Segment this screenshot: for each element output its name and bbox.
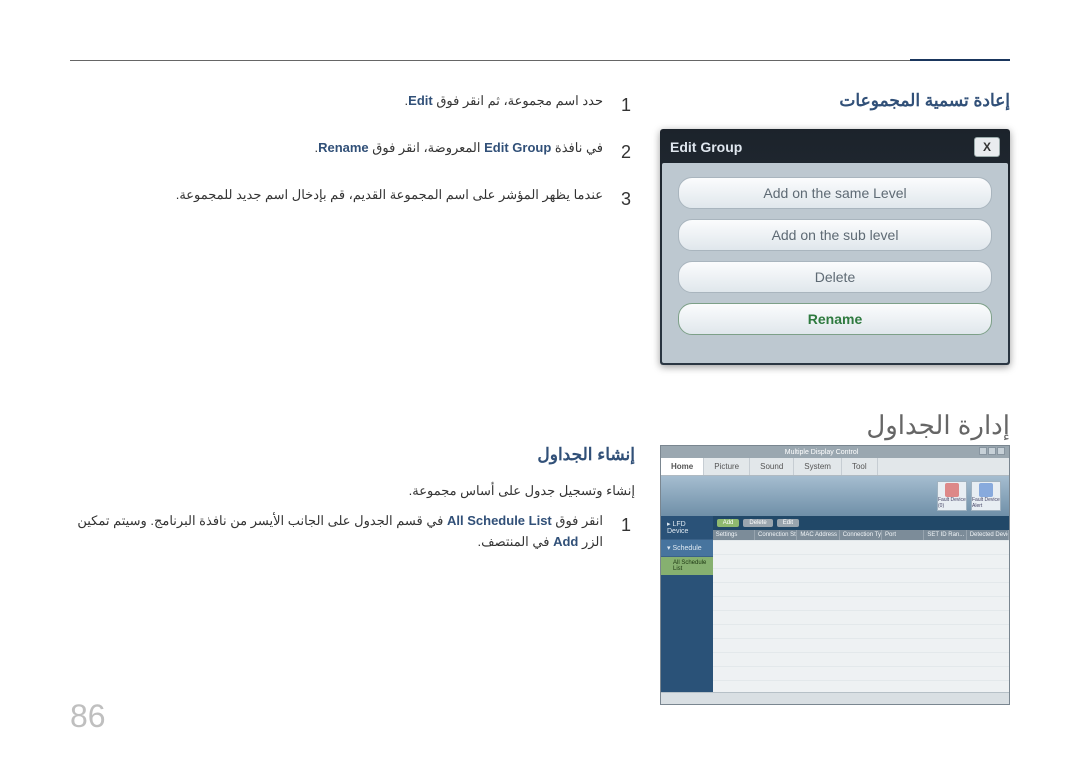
tab-picture[interactable]: Picture (704, 458, 750, 475)
tab-sound[interactable]: Sound (750, 458, 794, 475)
mdc-column-headers: Settings Connection Status MAC Address C… (713, 530, 1009, 540)
step-num: 1 (621, 511, 635, 553)
dialog-body: Add on the same Level Add on the sub lev… (662, 163, 1008, 363)
tab-home[interactable]: Home (661, 458, 704, 475)
step-1: 1 حدد اسم مجموعة، ثم انقر فوق Edit. (70, 91, 635, 120)
section2-main-title: إدارة الجداول (70, 410, 1010, 441)
page-number: 86 (70, 698, 106, 735)
tab-tool[interactable]: Tool (842, 458, 878, 475)
hl-add: Add (553, 534, 578, 549)
section2-steps: 1 انقر فوق All Schedule List في قسم الجد… (70, 511, 635, 553)
mdc-title: Multiple Display Control (665, 449, 978, 456)
step-2: 2 في نافذة Edit Group المعروضة، انقر فوق… (70, 138, 635, 167)
mdc-content: Add Delete Edit Settings Connection Stat… (713, 516, 1009, 702)
col-setid: SET ID Ran... (924, 530, 966, 540)
dialog-titlebar: Edit Group X (662, 131, 1008, 163)
col-port: Port (882, 530, 924, 540)
mdc-app-screenshot: Multiple Display Control Home Picture So… (660, 445, 1010, 705)
section2-desc: إنشاء وتسجيل جدول على أساس مجموعة. (70, 483, 635, 499)
edit-group-dialog: Edit Group X Add on the same Level Add o… (660, 129, 1010, 365)
delete-button[interactable]: Delete (743, 519, 772, 527)
step-text: عندما يظهر المؤشر على اسم المجموعة القدي… (176, 185, 603, 214)
hl-all-schedule-list: All Schedule List (447, 513, 552, 528)
col-connection-status: Connection Status (755, 530, 797, 540)
close-icon[interactable]: X (974, 137, 1000, 157)
steps-list: 1 حدد اسم مجموعة، ثم انقر فوق Edit. 2 في… (70, 91, 635, 213)
section2-sub-title: إنشاء الجداول (70, 445, 635, 465)
sidebar-item-schedule[interactable]: ▾ Schedule (661, 540, 713, 557)
col-mac: MAC Address (797, 530, 839, 540)
step-text: في نافذة Edit Group المعروضة، انقر فوق R… (314, 138, 603, 167)
sidebar-item-lfd[interactable]: ▸ LFD Device (661, 516, 713, 540)
tab-system[interactable]: System (794, 458, 842, 475)
col-settings: Settings (713, 530, 755, 540)
mdc-sidebar: ▸ LFD Device ▾ Schedule All Schedule Lis… (661, 516, 713, 702)
mdc-titlebar: Multiple Display Control (661, 446, 1009, 458)
dialog-title: Edit Group (670, 139, 742, 155)
mdc-main: ▸ LFD Device ▾ Schedule All Schedule Lis… (661, 516, 1009, 702)
step-text: حدد اسم مجموعة، ثم انقر فوق Edit. (405, 91, 603, 120)
hl-rename: Rename (318, 140, 369, 155)
mdc-statusbar (661, 692, 1009, 704)
window-buttons (978, 447, 1005, 457)
hl-edit-group: Edit Group (484, 140, 551, 155)
col-connection-type: Connection Type (840, 530, 882, 540)
fault-device-icon[interactable]: Fault Device (0) (937, 481, 967, 511)
step-num: 1 (621, 91, 635, 120)
add-button[interactable]: Add (717, 519, 740, 527)
section-rename-groups: إعادة تسمية المجموعات Edit Group X Add o… (70, 91, 1010, 365)
section2-step-1: 1 انقر فوق All Schedule List في قسم الجد… (70, 511, 635, 553)
step-text: انقر فوق All Schedule List في قسم الجدول… (70, 511, 603, 553)
col-detected: Detected Devices (967, 530, 1009, 540)
hl-edit: Edit (408, 93, 433, 108)
option-add-same-level[interactable]: Add on the same Level (678, 177, 992, 209)
mdc-toolbar: Fault Device (0) Fault Device Alert (661, 476, 1009, 516)
mdc-tabs: Home Picture Sound System Tool (661, 458, 1009, 476)
step-num: 3 (621, 185, 635, 214)
option-delete[interactable]: Delete (678, 261, 992, 293)
step-3: 3 عندما يظهر المؤشر على اسم المجموعة الق… (70, 185, 635, 214)
fault-device-alert-icon[interactable]: Fault Device Alert (971, 481, 1001, 511)
section1-title: إعادة تسمية المجموعات (660, 91, 1010, 111)
mdc-content-topbar: Add Delete Edit (713, 516, 1009, 530)
sidebar-all-schedule-list[interactable]: All Schedule List (661, 557, 713, 575)
step-num: 2 (621, 138, 635, 167)
option-add-sub-level[interactable]: Add on the sub level (678, 219, 992, 251)
option-rename[interactable]: Rename (678, 303, 992, 335)
section-schedule-management: إدارة الجداول Multiple Display Control H… (70, 410, 1010, 705)
mdc-grid (713, 540, 1009, 702)
edit-button[interactable]: Edit (777, 519, 799, 527)
top-rule (70, 60, 1010, 61)
